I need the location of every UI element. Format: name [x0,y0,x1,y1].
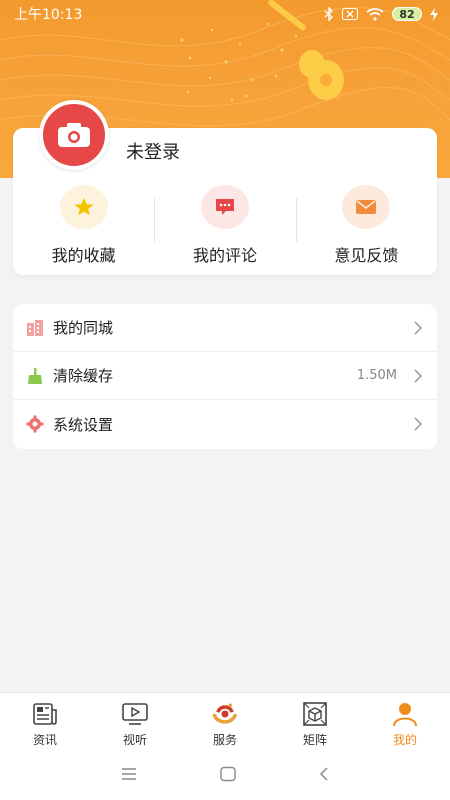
quick-action-label: 我的评论 [192,246,257,265]
nav-item-news[interactable]: 资讯 [0,693,90,748]
menu-list: 我的同城 清除缓存 1.50M 系统设置 [13,304,437,449]
menu-item-label: 我的同城 [53,319,114,337]
menu-item-local[interactable]: 我的同城 [13,304,437,352]
chevron-right-icon [414,320,423,335]
charging-icon [430,7,438,21]
mail-icon [342,185,391,229]
nav-label: 服务 [212,733,237,747]
home-icon[interactable] [219,766,237,782]
news-icon [31,701,59,727]
wifi-icon [366,7,384,21]
profile-card: 未登录 我的收藏 我的评论 意见反馈 [13,100,437,275]
building-icon [25,318,45,338]
chevron-right-icon [414,368,423,383]
quick-actions: 我的收藏 我的评论 意见反馈 [13,184,437,272]
chevron-right-icon [414,417,423,431]
quick-action-favorites[interactable]: 我的收藏 [13,184,154,272]
menu-item-clear-cache[interactable]: 清除缓存 1.50M [13,352,437,400]
status-time: 上午10:13 [14,7,83,23]
battery-indicator: 82 [392,7,422,21]
quick-action-label: 我的收藏 [51,246,116,265]
nav-label: 我的 [392,733,417,747]
nav-label: 矩阵 [302,733,327,747]
avatar[interactable] [39,100,109,170]
nav-item-service[interactable]: 服务 [180,693,270,748]
nav-label: 资讯 [32,733,57,747]
menu-item-settings[interactable]: 系统设置 [13,400,437,448]
star-icon [59,185,108,229]
camera-icon [58,123,90,147]
menu-icon[interactable] [120,767,138,781]
nav-item-matrix[interactable]: 矩阵 [270,693,360,748]
person-icon [391,701,419,727]
quick-action-comments[interactable]: 我的评论 [154,184,295,272]
sim-off-icon [342,8,358,20]
broom-icon [25,366,45,386]
back-icon[interactable] [318,766,330,782]
tv-icon [121,701,149,727]
comment-icon [200,185,249,229]
system-nav-bar [0,748,450,800]
login-status[interactable]: 未登录 [126,138,180,164]
service-logo-icon [211,701,239,727]
gear-icon [25,414,45,434]
quick-action-label: 意见反馈 [334,246,399,265]
nav-item-mine[interactable]: 我的 [360,693,450,748]
nav-item-media[interactable]: 视听 [90,693,180,748]
menu-item-label: 清除缓存 [53,367,114,385]
menu-item-label: 系统设置 [53,415,114,434]
nav-label: 视听 [122,733,147,747]
bluetooth-icon [324,7,334,21]
cache-size: 1.50M [356,368,397,383]
quick-action-feedback[interactable]: 意见反馈 [295,184,437,272]
status-bar: 上午10:13 82 [0,0,450,28]
matrix-icon [301,701,329,727]
status-icons: 82 [324,7,438,21]
bottom-nav: 资讯 视听 服务 矩阵 我的 [0,692,450,748]
